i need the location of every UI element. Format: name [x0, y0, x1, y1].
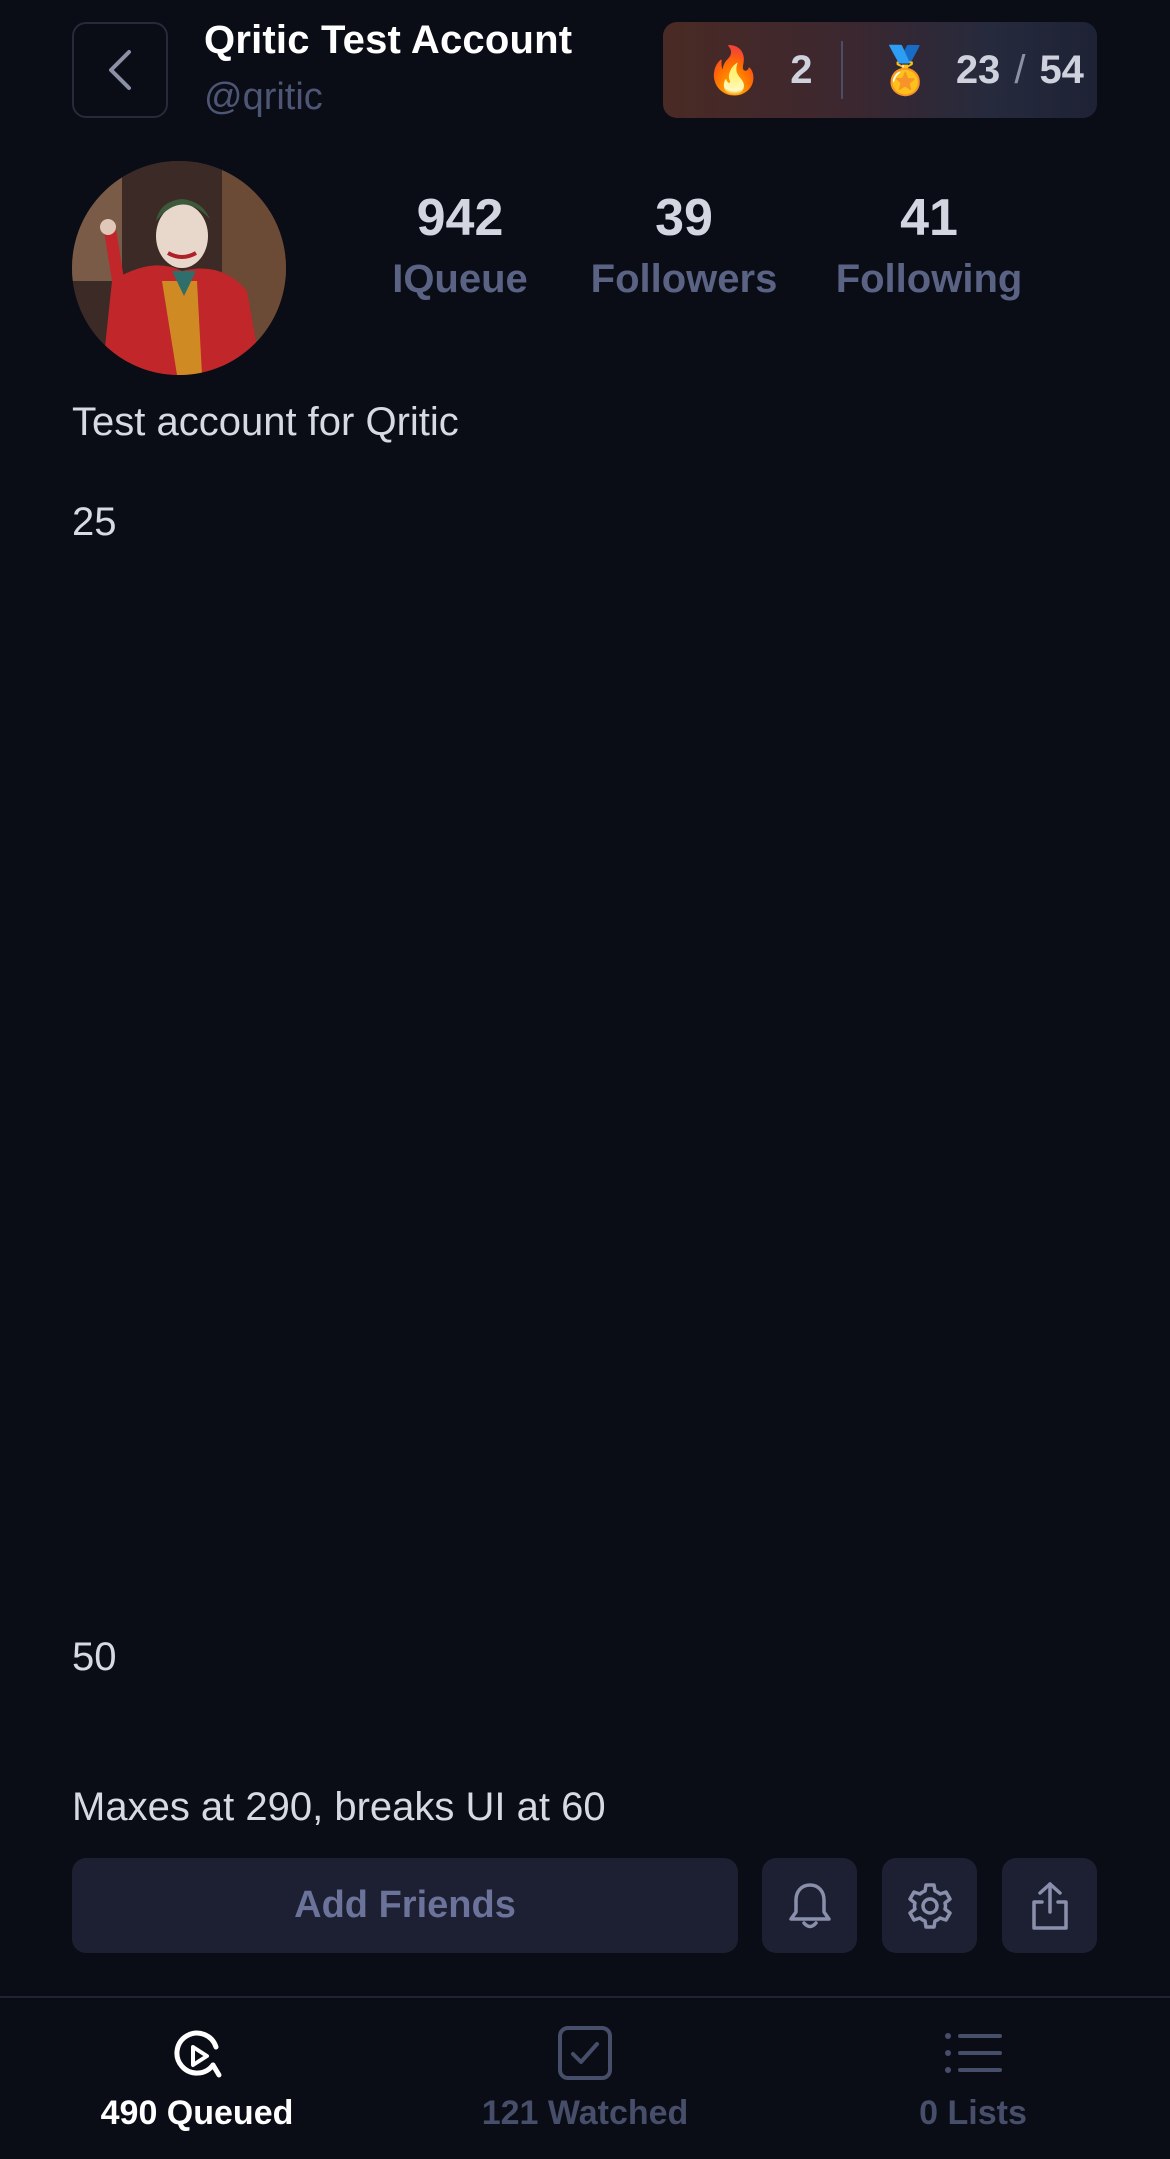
notifications-button[interactable]: [762, 1858, 857, 1953]
streak-badge-pill[interactable]: 🔥 2 🏅 23 / 54: [663, 22, 1097, 118]
stat-label: Following: [835, 257, 1023, 302]
queue-icon: [2, 2022, 392, 2084]
tab-watched[interactable]: 121 Watched: [390, 2022, 780, 2133]
medal-icon: 🏅: [876, 44, 934, 96]
profile-name: Qritic Test Account: [204, 18, 573, 62]
badges-earned: 23: [955, 47, 1001, 92]
avatar-image: [72, 161, 286, 375]
fire-icon: 🔥: [705, 44, 763, 96]
bell-icon: [788, 1882, 831, 1928]
settings-button[interactable]: [882, 1858, 977, 1953]
profile-handle: @qritic: [204, 76, 323, 118]
stat-following[interactable]: 41 Following: [830, 189, 1028, 302]
back-button[interactable]: [72, 22, 168, 118]
add-friends-button[interactable]: Add Friends: [72, 1858, 738, 1953]
tab-label: 490 Queued: [100, 2094, 294, 2132]
stat-iqueue[interactable]: 942 IQueue: [388, 189, 532, 302]
share-icon: [1031, 1881, 1068, 1930]
tab-label: 121 Watched: [481, 2094, 689, 2132]
share-button[interactable]: [1002, 1858, 1097, 1953]
profile-screen: Qritic Test Account @qritic 🔥 2 🏅 23 / 5…: [0, 0, 1170, 2159]
bio-line: Maxes at 290, breaks UI at 60: [72, 1785, 606, 1829]
bottom-tab-bar: 490 Queued 121 Watched 0 Lists: [0, 1996, 1170, 2159]
gear-icon: [907, 1882, 952, 1929]
streak-count: 2: [790, 47, 813, 92]
divider: [840, 41, 843, 99]
stat-value: 39: [655, 189, 713, 247]
avatar[interactable]: [72, 161, 286, 375]
badges-total: 54: [1039, 47, 1084, 92]
bio-line: Test account for Qritic: [72, 400, 459, 444]
stat-value: 41: [900, 189, 958, 247]
stat-followers[interactable]: 39 Followers: [586, 189, 782, 302]
tab-label: 0 Lists: [919, 2094, 1027, 2132]
watched-icon: [390, 2022, 780, 2084]
tab-queued[interactable]: 490 Queued: [2, 2022, 392, 2133]
stat-label: Followers: [590, 257, 778, 302]
tab-lists[interactable]: 0 Lists: [778, 2022, 1168, 2133]
bio-line: 50: [72, 1635, 117, 1679]
badges-separator: /: [1014, 47, 1026, 92]
bio-line: 25: [72, 500, 117, 544]
list-icon: [778, 2022, 1168, 2084]
stat-label: IQueue: [392, 257, 528, 302]
chevron-left-icon: [109, 50, 131, 90]
stat-value: 942: [416, 189, 504, 247]
